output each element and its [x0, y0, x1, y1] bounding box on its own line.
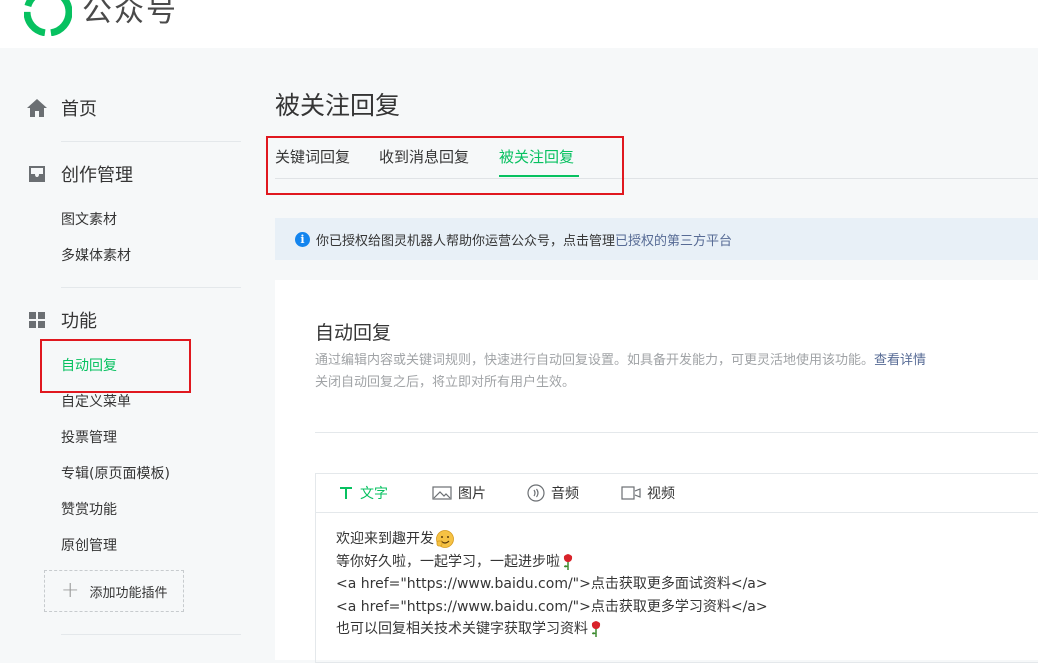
- tab-keyword-reply[interactable]: 关键词回复: [275, 146, 350, 167]
- content-line: 欢迎来到趣开发: [336, 528, 768, 551]
- sidebar-item-vote-management[interactable]: 投票管理: [61, 427, 117, 447]
- sidebar-section-features[interactable]: 功能: [26, 308, 97, 332]
- content-line: 也可以回复相关技术关键字获取学习资料: [336, 618, 768, 641]
- editor-tab-label: 音频: [551, 486, 579, 502]
- view-details-link[interactable]: 查看详情: [874, 353, 926, 368]
- home-icon: [27, 99, 47, 117]
- reply-text-content[interactable]: 欢迎来到趣开发 等你好久啦，一起学习，一起进步啦 <a href="https:…: [336, 528, 768, 641]
- editor-type-tabs: 文字 图片 音频 视频: [316, 474, 1038, 513]
- auto-reply-description: 通过编辑内容或关键词规则，快速进行自动回复设置。如具备开发能力，可更灵活地使用该…: [315, 350, 1015, 394]
- description-line: 关闭自动回复之后，将立即对所有用户生效。: [315, 375, 576, 390]
- main-content: 被关注回复 关键词回复 收到消息回复 被关注回复 i 你已授权给图灵机器人帮助你…: [275, 48, 1038, 663]
- tab-follow-reply[interactable]: 被关注回复: [499, 146, 574, 167]
- sidebar-section-label: 功能: [61, 311, 97, 332]
- reply-tabs: 关键词回复 收到消息回复 被关注回复: [275, 146, 1038, 179]
- sidebar-item-original-management[interactable]: 原创管理: [61, 535, 117, 555]
- editor-tab-image[interactable]: 图片: [432, 484, 486, 502]
- editor-tab-video[interactable]: 视频: [621, 484, 675, 502]
- sidebar-item-home[interactable]: 首页: [26, 96, 97, 120]
- video-icon: [621, 486, 641, 500]
- text-icon: [340, 487, 352, 499]
- editor-tab-audio[interactable]: 音频: [527, 484, 579, 502]
- description-line: 通过编辑内容或关键词规则，快速进行自动回复设置。如具备开发能力，可更灵活地使用该…: [315, 353, 875, 368]
- auto-reply-card: 自动回复 通过编辑内容或关键词规则，快速进行自动回复设置。如具备开发能力，可更灵…: [275, 280, 1038, 663]
- content-line-text: 欢迎来到趣开发: [336, 531, 434, 547]
- editor-tab-label: 文字: [360, 486, 388, 502]
- sidebar-divider: [61, 287, 241, 288]
- sidebar-item-media-materials[interactable]: 多媒体素材: [61, 245, 131, 265]
- sidebar-item-article-materials[interactable]: 图文素材: [61, 209, 117, 229]
- authorization-notice: i 你已授权给图灵机器人帮助你运营公众号，点击管理 已授权的第三方平台: [275, 218, 1038, 260]
- plus-icon: +: [61, 578, 80, 603]
- content-line-text: 也可以回复相关技术关键字获取学习资料: [336, 621, 588, 637]
- card-divider: [315, 432, 1038, 433]
- inbox-icon: [29, 166, 45, 182]
- audio-icon: [527, 484, 545, 502]
- content-line: <a href="https://www.baidu.com/">点击获取更多学…: [336, 596, 768, 619]
- editor-tab-label: 图片: [458, 486, 486, 502]
- content-line: 等你好久啦，一起学习，一起进步啦: [336, 551, 768, 574]
- auto-reply-title: 自动回复: [315, 322, 392, 344]
- sidebar-item-appreciation[interactable]: 赞赏功能: [61, 499, 117, 519]
- sidebar-section-label: 创作管理: [61, 165, 133, 186]
- content-line-text: <a href="https://www.baidu.com/">点击获取更多学…: [336, 598, 768, 615]
- editor-tab-label: 视频: [647, 486, 675, 502]
- sidebar-section-creation[interactable]: 创作管理: [26, 162, 133, 186]
- rose-emoji-icon: [563, 553, 573, 570]
- brand-name[interactable]: 公众号: [82, 0, 178, 30]
- notice-text: 你已授权给图灵机器人帮助你运营公众号，点击管理: [316, 233, 616, 249]
- content-line-text: <a href="https://www.baidu.com/">点击获取更多面…: [336, 576, 768, 592]
- tab-message-reply[interactable]: 收到消息回复: [379, 146, 469, 167]
- rose-emoji-icon: [591, 621, 601, 638]
- sidebar: 首页 创作管理 图文素材 多媒体素材 功能 自动回复 自定义菜单 投票管理 专辑…: [0, 48, 242, 660]
- sidebar-item-label: 首页: [61, 99, 97, 120]
- sidebar-item-custom-menu[interactable]: 自定义菜单: [61, 391, 131, 411]
- grid-icon: [29, 312, 45, 328]
- info-icon: i: [295, 231, 310, 247]
- active-tab-indicator: [499, 175, 579, 177]
- image-icon: [432, 486, 452, 500]
- sidebar-item-auto-reply[interactable]: 自动回复: [61, 355, 117, 375]
- content-line-text: 等你好久啦，一起学习，一起进步啦: [336, 553, 560, 570]
- add-plugin-label: 添加功能插件: [89, 585, 168, 601]
- wechat-mp-logo-icon[interactable]: [24, 0, 72, 36]
- add-plugin-button[interactable]: + 添加功能插件: [44, 570, 184, 612]
- sidebar-item-album[interactable]: 专辑(原页面模板): [61, 463, 170, 483]
- smile-emoji-icon: [436, 530, 454, 549]
- top-bar: 公众号: [0, 0, 1038, 48]
- third-party-platform-link[interactable]: 已授权的第三方平台: [615, 230, 732, 249]
- sidebar-divider: [61, 141, 241, 142]
- editor-tab-text[interactable]: 文字: [338, 484, 388, 502]
- sidebar-divider: [61, 634, 241, 635]
- reply-editor: 文字 图片 音频 视频 欢迎来到趣开发 等你好久啦，一起学习，一起进步啦 <a …: [315, 473, 1038, 663]
- page-title: 被关注回复: [275, 91, 401, 120]
- content-line: <a href="https://www.baidu.com/">点击获取更多面…: [336, 573, 768, 596]
